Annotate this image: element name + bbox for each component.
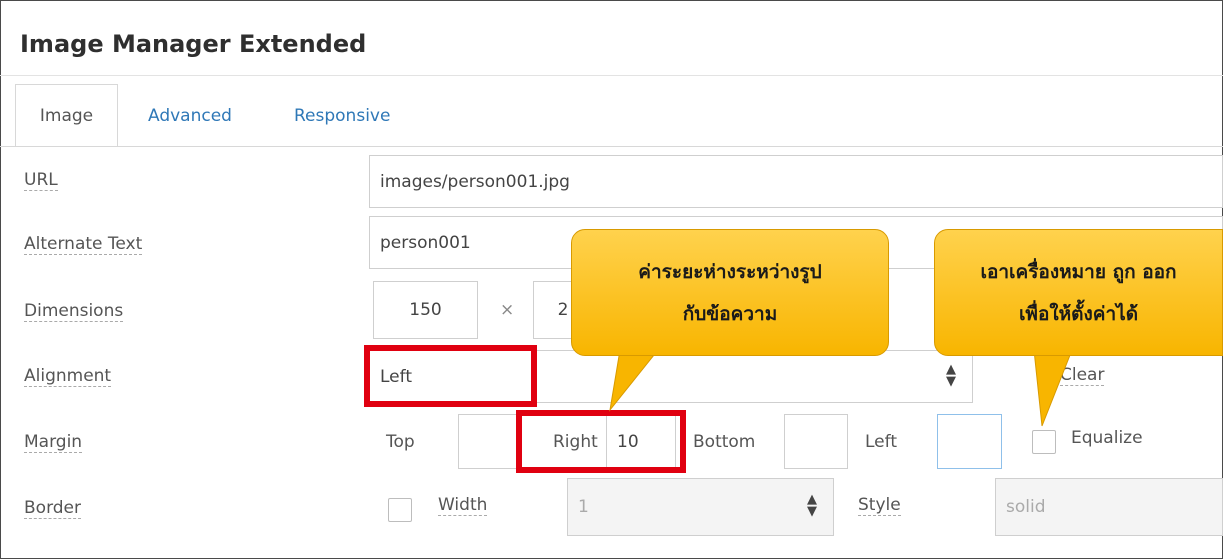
equalize-checkbox[interactable] bbox=[1032, 430, 1056, 454]
margin-top-input[interactable] bbox=[458, 414, 520, 469]
callout-equalize-line2: เพื่อให้ตั้งค่าได้ bbox=[1018, 302, 1139, 325]
width-input[interactable]: 150 bbox=[373, 281, 478, 339]
title-divider bbox=[0, 75, 1223, 76]
tab-responsive[interactable]: Responsive bbox=[294, 106, 390, 126]
margin-bottom-input[interactable] bbox=[784, 414, 848, 469]
tab-advanced[interactable]: Advanced bbox=[148, 106, 232, 126]
border-style-value: solid bbox=[1006, 497, 1046, 517]
callout-margin-line2: กับข้อความ bbox=[682, 302, 778, 325]
callout-equalize-line1: เอาเครื่องหมาย ถูก ออก bbox=[980, 260, 1177, 283]
alignment-label: Alignment bbox=[24, 366, 112, 387]
url-input[interactable]: images/person001.jpg bbox=[369, 155, 1223, 208]
margin-label: Margin bbox=[24, 432, 83, 453]
dimensions-label: Dimensions bbox=[24, 301, 124, 322]
alt-text-label: Alternate Text bbox=[24, 234, 143, 255]
border-width-select[interactable]: 1 bbox=[567, 478, 834, 536]
tabs-divider bbox=[0, 146, 1223, 147]
equalize-label: Equalize bbox=[1071, 428, 1143, 448]
border-width-label: Width bbox=[438, 495, 488, 516]
margin-left-input[interactable] bbox=[937, 414, 1002, 469]
dimensions-separator: × bbox=[500, 300, 515, 320]
border-width-value: 1 bbox=[578, 497, 589, 517]
margin-left-label: Left bbox=[865, 432, 897, 452]
url-value: images/person001.jpg bbox=[380, 171, 570, 192]
margin-right-highlight bbox=[516, 410, 686, 473]
margin-bottom-label: Bottom bbox=[693, 432, 756, 452]
border-style-select[interactable]: solid bbox=[995, 478, 1223, 536]
callout-margin-note: ค่าระยะห่างระหว่างรูป กับข้อความ bbox=[571, 229, 889, 356]
callout-pointer-margin bbox=[609, 350, 659, 412]
border-style-label: Style bbox=[858, 495, 901, 516]
border-label: Border bbox=[24, 498, 81, 519]
callout-pointer-equalize bbox=[1033, 350, 1073, 427]
width-value: 150 bbox=[409, 300, 442, 320]
select-arrows-icon: ▲ ▼ bbox=[946, 362, 956, 389]
callout-margin-line1: ค่าระยะห่างระหว่างรูป bbox=[638, 260, 822, 283]
tab-image[interactable]: Image bbox=[15, 84, 118, 147]
margin-top-label: Top bbox=[386, 432, 415, 452]
border-width-arrows-icon: ▲ ▼ bbox=[807, 492, 817, 519]
dialog-title: Image Manager Extended bbox=[20, 30, 367, 58]
url-label: URL bbox=[24, 170, 58, 191]
border-checkbox[interactable] bbox=[388, 498, 412, 522]
alignment-highlight bbox=[364, 345, 537, 407]
height-value: 2 bbox=[557, 300, 569, 320]
callout-equalize-note: เอาเครื่องหมาย ถูก ออก เพื่อให้ตั้งค่าได… bbox=[934, 229, 1223, 356]
tab-image-label: Image bbox=[39, 105, 94, 126]
alt-text-value: person001 bbox=[380, 232, 471, 253]
